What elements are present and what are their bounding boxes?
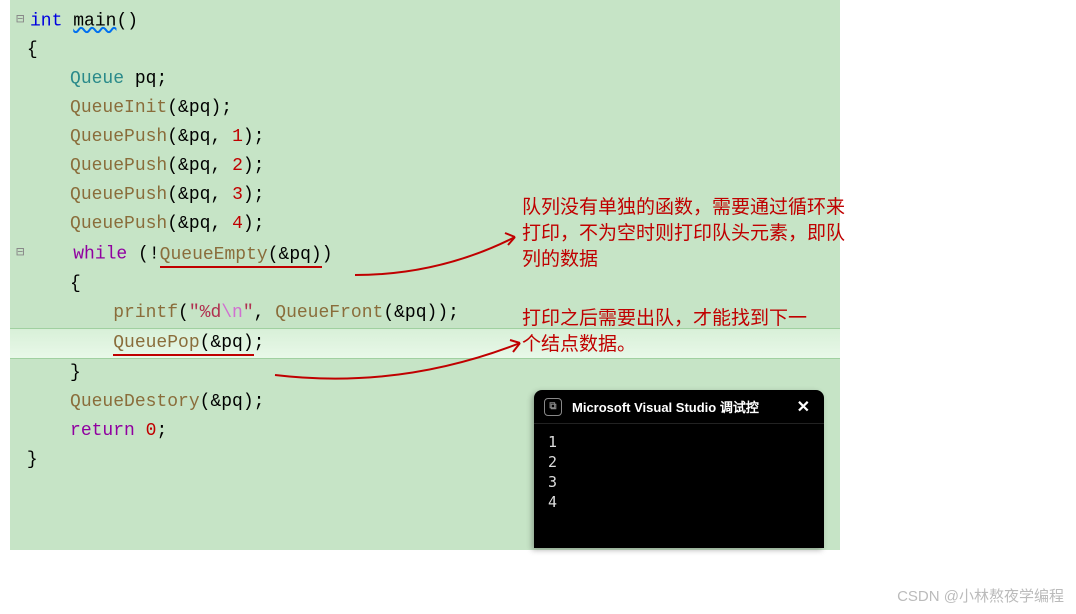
console-line: 2	[548, 452, 810, 472]
call-queuepop: QueuePop	[113, 333, 199, 356]
console-output[interactable]: 1 2 3 4	[534, 424, 824, 520]
keyword-while: while	[73, 245, 127, 265]
debug-console-window[interactable]: ⧉ Microsoft Visual Studio 调试控 ✕ 1 2 3 4	[534, 390, 824, 548]
console-titlebar[interactable]: ⧉ Microsoft Visual Studio 调试控 ✕	[534, 390, 824, 424]
close-icon[interactable]: ✕	[793, 397, 814, 417]
console-line: 4	[548, 492, 810, 512]
annotation-loop-print: 队列没有单独的函数，需要通过循环来打印，不为空时则打印队头元素，即队列的数据	[522, 195, 862, 273]
annotation-pop-next: 打印之后需要出队，才能找到下一个结点数据。	[522, 306, 822, 358]
type-queue: Queue	[70, 69, 124, 89]
call-printf: printf	[113, 303, 178, 323]
console-line: 3	[548, 472, 810, 492]
call-queuefront: QueueFront	[275, 303, 383, 323]
keyword-return: return	[70, 421, 135, 441]
keyword-int: int	[30, 11, 62, 31]
call-queueempty: QueueEmpty	[160, 245, 268, 268]
console-line: 1	[548, 432, 810, 452]
call-queuedestroy: QueueDestory	[70, 392, 200, 412]
console-title: Microsoft Visual Studio 调试控	[572, 397, 785, 416]
func-main: main	[73, 11, 116, 31]
watermark: CSDN @小林熬夜学编程	[897, 585, 1064, 606]
console-app-icon: ⧉	[544, 398, 562, 416]
call-queueinit: QueueInit	[70, 98, 167, 118]
